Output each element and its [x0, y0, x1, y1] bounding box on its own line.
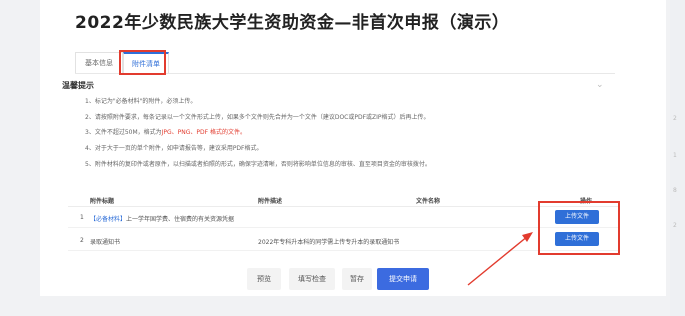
fill-check-button[interactable]: 填写检查 [289, 268, 335, 290]
edge-mark: 2 [673, 115, 677, 122]
save-draft-button[interactable]: 暂存 [342, 268, 372, 290]
submit-application-button[interactable]: 提交申请 [377, 268, 429, 290]
edge-mark: 8 [673, 187, 677, 194]
edge-mark: 1 [673, 152, 677, 159]
edge-mark: 2 [673, 222, 677, 229]
preview-button[interactable]: 预览 [247, 268, 281, 290]
